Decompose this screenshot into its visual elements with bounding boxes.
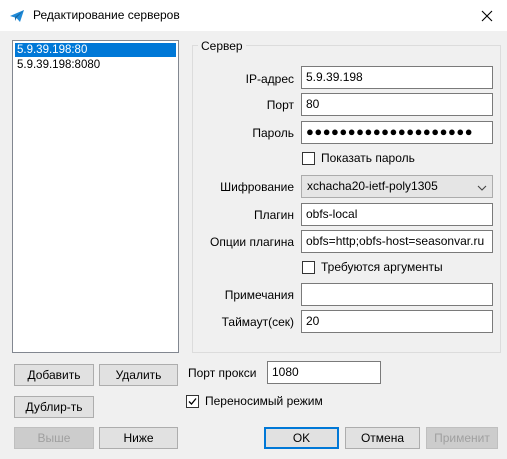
duplicate-button[interactable]: Дублир-ть [14, 396, 94, 418]
checkmark-icon [188, 397, 197, 405]
encryption-select[interactable]: xchacha20-ietf-poly1305 [301, 175, 493, 198]
timeout-label: Таймаут(сек) [221, 315, 294, 329]
remarks-label: Примечания [224, 288, 294, 302]
title-bar: Редактирование серверов [0, 0, 507, 31]
move-down-button[interactable]: Ниже [99, 427, 178, 449]
remarks-field[interactable] [301, 283, 493, 306]
plugin-label: Плагин [253, 208, 294, 222]
plugin-field[interactable]: obfs-local [301, 203, 493, 226]
portable-mode-checkbox[interactable]: Переносимый режим [186, 394, 323, 408]
encryption-value: xchacha20-ietf-poly1305 [307, 179, 438, 193]
port-label: Порт [266, 98, 294, 112]
password-field[interactable]: ●●●●●●●●●●●●●●●●●●●● [301, 121, 493, 144]
add-button[interactable]: Добавить [14, 364, 94, 386]
checkbox-box[interactable] [186, 394, 199, 408]
plugin-options-field[interactable]: obfs=http;obfs-host=seasonvar.ru [301, 230, 493, 253]
timeout-field[interactable]: 20 [301, 310, 493, 333]
close-icon[interactable] [467, 0, 507, 31]
show-password-checkbox[interactable]: Показать пароль [302, 151, 415, 165]
requires-args-label: Требуются аргументы [321, 260, 443, 274]
port-field[interactable]: 80 [301, 93, 493, 116]
list-item[interactable]: 5.9.39.198:80 [15, 43, 176, 57]
ip-label: IP-адрес [245, 72, 294, 86]
move-up-button[interactable]: Выше [14, 427, 94, 449]
encryption-label: Шифрование [220, 180, 294, 194]
server-list[interactable]: 5.9.39.198:80 5.9.39.198:8080 [12, 40, 179, 353]
show-password-label: Показать пароль [321, 151, 415, 165]
checkbox-box[interactable] [302, 151, 315, 165]
password-label: Пароль [252, 126, 294, 140]
server-group [192, 45, 501, 353]
checkbox-box[interactable] [302, 260, 315, 274]
ip-field[interactable]: 5.9.39.198 [301, 66, 493, 89]
portable-mode-label: Переносимый режим [205, 394, 323, 408]
chevron-down-icon [477, 182, 487, 192]
list-item[interactable]: 5.9.39.198:8080 [15, 58, 176, 72]
paper-plane-icon [9, 8, 25, 24]
ok-button[interactable]: OK [264, 427, 339, 449]
window-title: Редактирование серверов [33, 8, 180, 22]
proxy-port-field[interactable]: 1080 [267, 361, 381, 384]
server-group-title: Сервер [198, 39, 246, 53]
cancel-button[interactable]: Отмена [345, 427, 420, 449]
apply-button[interactable]: Применит [426, 427, 498, 449]
requires-args-checkbox[interactable]: Требуются аргументы [302, 260, 443, 274]
plugin-options-label: Опции плагина [210, 235, 294, 249]
delete-button[interactable]: Удалить [99, 364, 178, 386]
proxy-port-label: Порт прокси [188, 366, 257, 380]
